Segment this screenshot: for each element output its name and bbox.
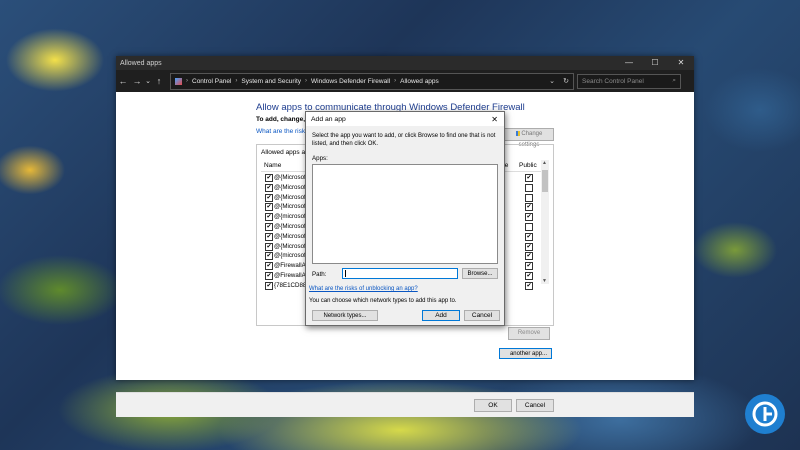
logo-glyph-icon [752,401,778,427]
app-checkbox[interactable]: ✔ [265,242,273,251]
ok-button[interactable]: OK [474,399,512,412]
public-checkbox[interactable] [525,193,533,202]
shield-icon [515,130,520,136]
change-settings-button[interactable]: Change settings [504,128,554,148]
allow-another-app-button[interactable]: another app... [499,348,552,359]
search-icon: ⌕ [672,77,676,84]
app-name: @{Microsoft [274,193,308,201]
public-checkbox[interactable]: ✔ [525,242,533,251]
public-checkbox[interactable]: ✔ [525,203,533,212]
dialog-title: Add an app [311,115,346,123]
public-checkbox[interactable]: ✔ [525,252,533,261]
app-checkbox[interactable]: ✔ [265,203,273,212]
app-name: @{microsoft [274,213,308,221]
app-name: @{Microsoft [274,222,308,230]
breadcrumb-separator-icon: › [305,78,307,84]
breadcrumb-control-panel[interactable]: Control Panel [192,78,231,85]
app-checkbox[interactable]: ✔ [265,252,273,261]
title-bar: Allowed apps — ☐ ✕ [116,56,694,70]
app-name: @{Microsoft [274,174,308,181]
dialog-title-bar: Add an app ✕ [306,112,504,126]
app-name: {78E1CD88- [274,281,309,289]
remove-button[interactable]: Remove [508,327,550,340]
minimize-button[interactable]: — [616,56,642,70]
breadcrumb-allowed-apps[interactable]: Allowed apps [400,78,439,85]
public-checkbox[interactable] [525,183,533,192]
app-checkbox[interactable]: ✔ [265,262,273,271]
app-name: @{Microsoft [274,232,308,240]
unblock-risks-link[interactable]: What are the risks of unblocking an app? [309,286,418,292]
add-button[interactable]: Add [422,310,460,321]
dialog-instructions: Select the app you want to add, or click… [312,133,496,147]
breadcrumb-separator-icon: › [394,78,397,84]
app-checkbox[interactable]: ✔ [265,232,273,241]
app-checkbox[interactable]: ✔ [265,222,273,231]
network-note: You can choose which network types to ad… [309,298,457,304]
app-checkbox[interactable]: ✔ [265,183,273,192]
forward-arrow-icon[interactable]: → [130,76,144,86]
app-name: @{microsoft [274,252,308,260]
address-toolbar: ← → ⌄ ↑ › Control Panel › System and Sec… [116,70,694,92]
control-panel-icon [175,77,182,85]
column-public[interactable]: Public [519,162,537,169]
add-an-app-dialog: Add an app ✕ Select the app you want to … [305,111,505,326]
public-checkbox[interactable] [525,222,533,231]
browse-button[interactable]: Browse... [462,268,498,279]
app-checkbox[interactable]: ✔ [265,193,273,202]
app-name: @{Microsoft [274,183,308,191]
risks-link[interactable]: What are the risks [256,128,308,135]
footer-bar: OK Cancel [116,392,694,417]
public-checkbox[interactable]: ✔ [525,213,533,222]
app-checkbox[interactable]: ✔ [265,213,273,222]
up-arrow-icon[interactable]: ↑ [152,76,166,86]
network-types-button[interactable]: Network types... [312,310,378,321]
column-name[interactable]: Name [264,162,281,169]
scroll-up-icon[interactable]: ▲ [542,160,547,166]
apps-listbox[interactable] [312,164,498,264]
window-controls: — ☐ ✕ [616,56,694,70]
public-checkbox[interactable]: ✔ [525,262,533,271]
maximize-button[interactable]: ☐ [642,56,668,70]
search-placeholder: Search Control Panel [582,77,644,85]
dialog-cancel-button[interactable]: Cancel [464,310,500,321]
public-checkbox[interactable]: ✔ [525,281,533,290]
app-checkbox[interactable]: ✔ [265,281,273,290]
close-button[interactable]: ✕ [668,56,694,70]
back-arrow-icon[interactable]: ← [116,76,130,86]
text-caret [345,270,346,277]
app-checkbox[interactable]: ✔ [265,271,273,280]
public-checkbox[interactable]: ✔ [525,174,533,182]
gamer-tweak-logo-icon [745,394,785,434]
app-name: @{Microsoft [274,203,308,211]
window-title: Allowed apps [120,59,162,67]
path-input[interactable] [342,268,458,279]
breadcrumb-firewall[interactable]: Windows Defender Firewall [311,78,390,85]
refresh-icon[interactable]: ↻ [559,77,573,85]
path-label: Path: [312,271,327,278]
cancel-button[interactable]: Cancel [516,399,554,412]
breadcrumb-separator-icon: › [235,78,238,84]
scroll-thumb[interactable] [542,170,548,192]
search-input[interactable]: Search Control Panel ⌕ [577,73,681,89]
address-bar[interactable]: › Control Panel › System and Security › … [170,72,574,90]
scroll-down-icon[interactable]: ▼ [542,278,547,284]
recent-locations-chevron-icon[interactable]: ⌄ [144,77,152,85]
list-scrollbar[interactable]: ▲ ▼ [541,160,549,284]
app-name: @{Microsoft [274,242,308,250]
dialog-close-icon[interactable]: ✕ [491,115,498,124]
address-dropdown-icon[interactable]: ⌄ [545,77,559,85]
app-checkbox[interactable]: ✔ [265,174,273,182]
public-checkbox[interactable]: ✔ [525,232,533,241]
breadcrumb-separator-icon: › [186,78,188,84]
public-checkbox[interactable]: ✔ [525,271,533,280]
apps-label: Apps: [312,155,328,162]
breadcrumb-system-security[interactable]: System and Security [241,78,301,85]
